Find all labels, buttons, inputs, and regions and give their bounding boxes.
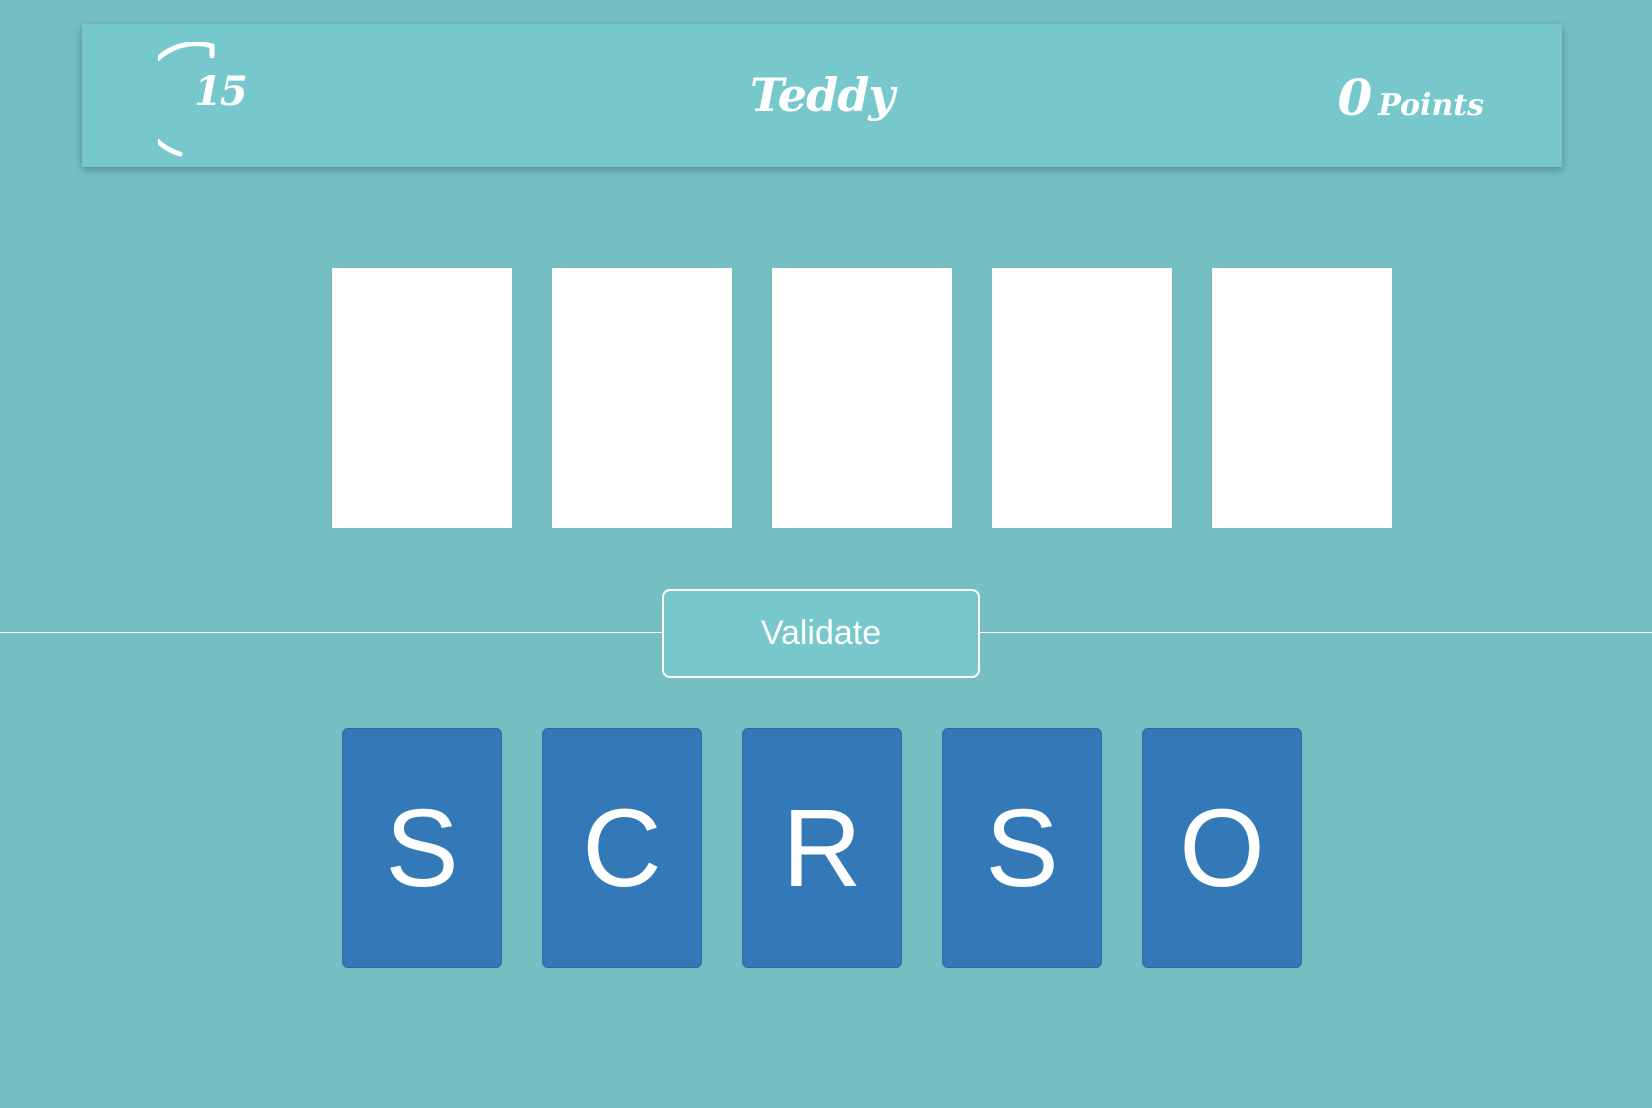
answer-slot[interactable] xyxy=(992,268,1172,528)
letter-tile[interactable]: O xyxy=(1142,728,1302,968)
letter-tile[interactable]: S xyxy=(342,728,502,968)
score-label: Points xyxy=(1378,88,1484,123)
letter-tile[interactable]: S xyxy=(942,728,1102,968)
validate-button[interactable]: Validate xyxy=(662,589,980,678)
answer-slots xyxy=(332,268,1392,528)
letter-tile[interactable]: R xyxy=(742,728,902,968)
letter-tiles: S C R S O xyxy=(342,728,1302,968)
answer-slot[interactable] xyxy=(1212,268,1392,528)
letter-tile[interactable]: C xyxy=(542,728,702,968)
answer-slot[interactable] xyxy=(332,268,512,528)
score-value: 0 xyxy=(1337,68,1373,127)
game-header: 15 Teddy 0 Points xyxy=(82,24,1562,167)
score: 0 Points xyxy=(1337,68,1484,127)
answer-slot[interactable] xyxy=(772,268,952,528)
answer-slot[interactable] xyxy=(552,268,732,528)
